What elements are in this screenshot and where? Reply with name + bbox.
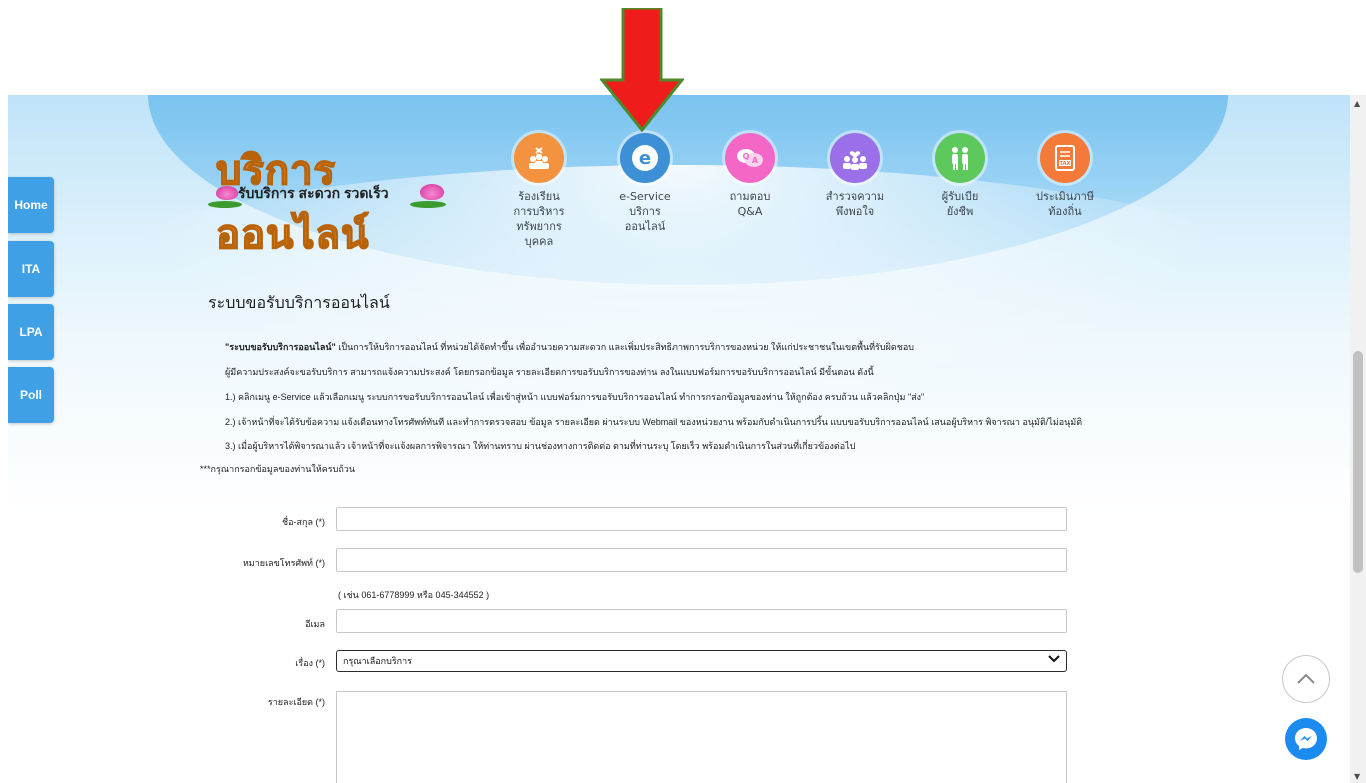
intro-line-1-rest: เป็นการให้บริการออนไลน์ ที่หน่วยได้จัดทำ… [335,342,914,352]
svg-text:TAX: TAX [1060,161,1071,167]
vertical-scrollbar[interactable]: ▲ ▼ [1350,95,1366,783]
lotus-flower-icon [216,186,238,200]
subject-label: เรื่อง (*) [295,658,325,668]
name-input[interactable] [336,507,1067,531]
detail-label: รายละเอียด (*) [267,697,325,707]
intro-step-2: 2.) เจ้าหน้าที่จะได้รับข้อความ แจ้งเตือน… [225,417,1083,427]
nav-label: ผู้รับเบีย ยังชีพ [941,190,979,218]
svg-text:e: e [639,148,651,169]
subject-select[interactable]: กรุณาเลือกบริการ [336,650,1067,672]
site-logo[interactable]: บริการออนไลน์ รับบริการ สะดวก รวดเร็ว [208,138,453,258]
svg-text:A: A [752,156,759,165]
messenger-icon [1295,728,1317,750]
intro-step-3: 3.) เมื่อผู้บริหารได้พิจารณาแล้ว เจ้าหน้… [225,441,856,451]
intro-line-2: ผู้มีความประสงค์จะขอรับบริการ สามารถแจ้ง… [225,367,874,377]
qa-bubbles-icon: QA [725,133,775,183]
name-label: ชื่อ-สกุล (*) [282,517,325,527]
red-down-arrow-annotation [600,8,684,132]
intro-line-1: "ระบบขอรับบริการออนไลน์" เป็นการให้บริกา… [225,340,914,354]
nav-qa[interactable]: QA ถามตอบ Q&A [705,133,795,219]
intro-bold-prefix: "ระบบขอรับบริการออนไลน์" [225,342,336,352]
side-tab-ita[interactable]: ITA [8,241,54,297]
lotus-leaf-icon [410,201,446,208]
nav-hr-complaint[interactable]: ร้องเรียน การบริหาร ทรัพยากร บุคคล [494,133,584,249]
chevron-down-icon [1048,654,1060,667]
required-note: ***กรุณากรอกข้อมูลของท่านให้ครบถ้วน [200,464,355,474]
e-letter-icon: e [620,133,670,183]
scroll-down-arrow-icon[interactable]: ▼ [1354,772,1360,781]
people-x-icon [514,133,564,183]
messenger-chat-button[interactable] [1285,718,1327,760]
nav-label: ประเมินภาษี ท้องถิ่น [1035,190,1094,218]
phone-hint: ( เช่น 061-6778999 หรือ 045-344552 ) [338,590,490,600]
nav-label: สำรวจความ พึงพอใจ [825,190,885,218]
svg-text:Q: Q [743,152,750,161]
side-tab-poll[interactable]: Poll [8,367,54,423]
phone-input[interactable] [336,548,1067,572]
side-tab-home[interactable]: Home [8,177,54,233]
email-label: อีเมล [305,619,325,629]
satisfaction-people-icon [830,133,880,183]
elderly-people-icon [935,133,985,183]
phone-label: หมายเลขโทรศัพท์ (*) [242,558,325,568]
nav-e-service[interactable]: e e-Service บริการ ออนไลน์ [600,133,690,234]
subject-selected-value: กรุณาเลือกบริการ [343,656,413,666]
intro-step-1: 1.) คลิกเมนู e-Service แล้วเลือกเมนู ระบ… [225,392,925,402]
side-tab-lpa[interactable]: LPA [8,304,54,360]
chevron-up-icon [1297,673,1315,684]
scrollbar-thumb[interactable] [1353,351,1363,573]
nav-label: ถามตอบ Q&A [729,190,771,218]
detail-textarea[interactable] [336,691,1067,783]
nav-elderly-allowance[interactable]: ผู้รับเบีย ยังชีพ [915,133,1005,219]
nav-satisfaction-survey[interactable]: สำรวจความ พึงพอใจ [810,133,900,219]
nav-label: e-Service บริการ ออนไลน์ [619,190,671,233]
nav-label: ร้องเรียน การบริหาร ทรัพยากร บุคคล [513,190,565,248]
logo-subtitle: รับบริการ สะดวก รวดเร็ว [238,185,389,201]
scroll-up-arrow-icon[interactable]: ▲ [1354,99,1360,108]
page-viewport: Home ITA LPA Poll บริการออนไลน์ รับบริกา… [8,95,1350,783]
page-title: ระบบขอรับบริการออนไลน์ [208,293,390,312]
lotus-flower-icon [420,184,444,200]
nav-local-tax[interactable]: TAX ประเมินภาษี ท้องถิ่น [1020,133,1110,219]
tax-document-icon: TAX [1040,133,1090,183]
lotus-leaf-icon [208,201,242,208]
email-input[interactable] [336,609,1067,633]
scroll-to-top-button[interactable] [1282,655,1330,703]
